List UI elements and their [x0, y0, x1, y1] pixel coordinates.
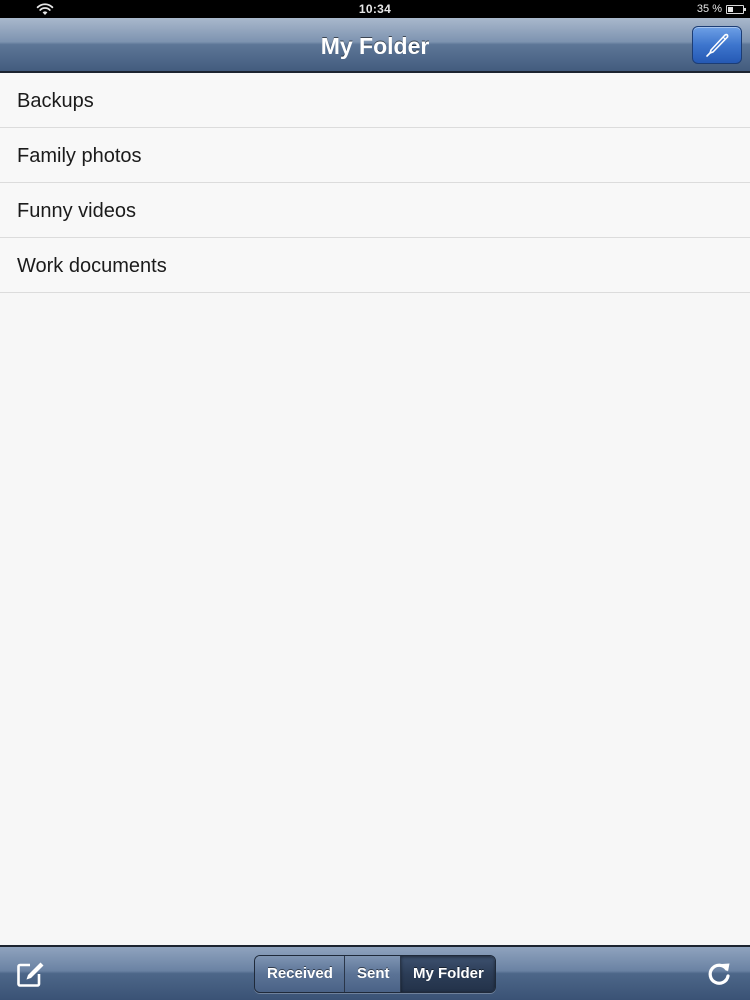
status-bar: 10:34 35 % — [0, 0, 750, 18]
list-item[interactable]: Work documents — [0, 238, 750, 293]
view-segmented-control: Received Sent My Folder — [254, 955, 496, 993]
bottom-toolbar: Received Sent My Folder — [0, 945, 750, 1000]
edit-button[interactable] — [692, 26, 742, 64]
battery-icon — [726, 4, 746, 14]
compose-button[interactable] — [14, 959, 48, 989]
folder-list: Backups Family photos Funny videos Work … — [0, 73, 750, 293]
list-item[interactable]: Funny videos — [0, 183, 750, 238]
battery-status: 35 % — [696, 0, 746, 18]
tab-received[interactable]: Received — [255, 956, 345, 992]
refresh-icon — [708, 963, 730, 985]
status-time: 10:34 — [358, 2, 392, 16]
navigation-bar: My Folder — [0, 18, 750, 73]
refresh-button[interactable] — [702, 959, 736, 989]
list-item[interactable]: Backups — [0, 73, 750, 128]
battery-fill — [728, 6, 733, 12]
page-title: My Folder — [320, 33, 430, 59]
tab-sent[interactable]: Sent — [345, 956, 401, 992]
compose-icon — [17, 962, 44, 987]
battery-percent: 35 % — [696, 3, 722, 15]
app-window: 10:34 35 % My Folder Backups Family phot… — [0, 0, 750, 1000]
tab-my-folder[interactable]: My Folder — [401, 956, 495, 992]
pen-icon — [706, 33, 729, 57]
list-item[interactable]: Family photos — [0, 128, 750, 183]
